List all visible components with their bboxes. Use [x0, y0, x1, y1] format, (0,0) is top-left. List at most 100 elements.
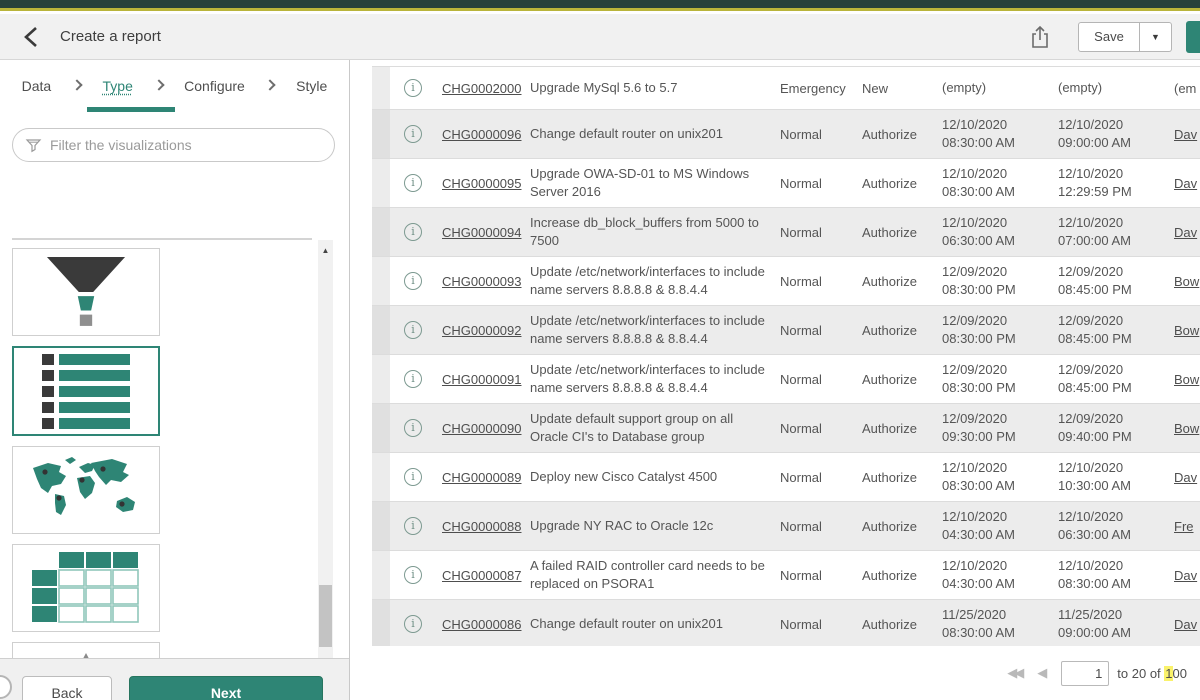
viz-card-heatmap[interactable]: [12, 544, 160, 632]
row-gutter: [372, 110, 390, 158]
state-value: Authorize: [856, 221, 936, 244]
table-row[interactable]: i CHG0000089 Deploy new Cisco Catalyst 4…: [372, 453, 1200, 502]
scrollbar-thumb[interactable]: [319, 585, 332, 647]
row-gutter: [372, 208, 390, 256]
table-row[interactable]: i CHG0000093 Update /etc/network/interfa…: [372, 257, 1200, 306]
info-icon[interactable]: i: [404, 468, 422, 486]
info-icon[interactable]: i: [404, 566, 422, 584]
state-value: Authorize: [856, 368, 936, 391]
info-icon[interactable]: i: [404, 419, 422, 437]
change-number-link[interactable]: CHG0000095: [436, 172, 524, 195]
change-number-link[interactable]: CHG0000086: [436, 613, 524, 636]
table-row[interactable]: i CHG0000092 Update /etc/network/interfa…: [372, 306, 1200, 355]
step-type[interactable]: Type: [103, 78, 133, 94]
end-date: 12/09/2020 08:45:00 PM: [1052, 357, 1168, 401]
heatmap-icon: [30, 548, 142, 628]
viz-card-map[interactable]: [12, 446, 160, 534]
share-icon[interactable]: [1030, 25, 1050, 49]
create-report-window: Create a report Save ▼ Data Type Configu…: [0, 0, 1200, 700]
priority-value: Normal: [774, 319, 856, 342]
change-number-link[interactable]: CHG0002000: [436, 77, 524, 100]
row-gutter: [372, 67, 390, 109]
table-row[interactable]: i CHG0002000 Upgrade MySql 5.6 to 5.7 Em…: [372, 67, 1200, 110]
info-icon[interactable]: i: [404, 517, 422, 535]
chevron-right-icon: [265, 79, 276, 90]
table-row[interactable]: i CHG0000091 Update /etc/network/interfa…: [372, 355, 1200, 404]
step-configure[interactable]: Configure: [184, 78, 245, 94]
change-number-link[interactable]: CHG0000093: [436, 270, 524, 293]
change-number-link[interactable]: CHG0000094: [436, 221, 524, 244]
start-date: 12/09/2020 08:30:00 PM: [936, 357, 1052, 401]
change-number-link[interactable]: CHG0000092: [436, 319, 524, 342]
next-button[interactable]: Next: [129, 676, 323, 700]
start-date: 11/25/2020 08:30:00 AM: [936, 602, 1052, 646]
assigned-to-link[interactable]: Bow: [1168, 417, 1200, 440]
change-number-link[interactable]: CHG0000087: [436, 564, 524, 587]
viz-card-pyramid[interactable]: [12, 642, 160, 658]
pagination-bar: ◀◀ ◀ to 20 of 100: [372, 646, 1200, 700]
table-row[interactable]: i CHG0000087 A failed RAID controller ca…: [372, 551, 1200, 600]
row-gutter: [372, 257, 390, 305]
help-icon[interactable]: [0, 675, 12, 699]
back-button[interactable]: Back: [22, 676, 112, 700]
assigned-to-link[interactable]: Dav: [1168, 613, 1200, 636]
assigned-to-link[interactable]: Fre: [1168, 515, 1200, 538]
table-row[interactable]: i CHG0000095 Upgrade OWA-SD-01 to MS Win…: [372, 159, 1200, 208]
info-icon[interactable]: i: [404, 223, 422, 241]
info-icon[interactable]: i: [404, 174, 422, 192]
assigned-to-link[interactable]: Dav: [1168, 564, 1200, 587]
end-date: 12/10/2020 07:00:00 AM: [1052, 210, 1168, 254]
start-date: 12/10/2020 08:30:00 AM: [936, 161, 1052, 205]
assigned-to-link[interactable]: Bow: [1168, 319, 1200, 342]
priority-value: Normal: [774, 221, 856, 244]
end-date: 12/10/2020 06:30:00 AM: [1052, 504, 1168, 548]
assigned-to-link[interactable]: Dav: [1168, 172, 1200, 195]
info-icon[interactable]: i: [404, 321, 422, 339]
save-button[interactable]: Save: [1078, 22, 1140, 52]
state-value: Authorize: [856, 564, 936, 587]
assigned-to-link[interactable]: Dav: [1168, 466, 1200, 489]
change-number-link[interactable]: CHG0000091: [436, 368, 524, 391]
filter-input[interactable]: [50, 137, 322, 153]
assigned-to-link[interactable]: Dav: [1168, 221, 1200, 244]
pagination-total: 100: [1164, 666, 1188, 681]
priority-value: Normal: [774, 564, 856, 587]
scroll-up-icon[interactable]: ▲: [318, 246, 333, 255]
table-row[interactable]: i CHG0000086 Change default router on un…: [372, 600, 1200, 649]
primary-action-button[interactable]: [1186, 21, 1200, 53]
change-number-link[interactable]: CHG0000088: [436, 515, 524, 538]
change-table: i CHG0002000 Upgrade MySql 5.6 to 5.7 Em…: [372, 66, 1200, 649]
priority-value: Normal: [774, 368, 856, 391]
step-style[interactable]: Style: [296, 78, 327, 94]
caret-down-icon[interactable]: ▼: [1140, 22, 1172, 52]
change-number-link[interactable]: CHG0000096: [436, 123, 524, 146]
priority-value: Normal: [774, 172, 856, 195]
chevron-left-icon[interactable]: [22, 26, 40, 48]
viz-card-funnel[interactable]: [12, 248, 160, 336]
page-number-input[interactable]: [1061, 661, 1109, 686]
info-icon[interactable]: i: [404, 272, 422, 290]
table-row[interactable]: i CHG0000088 Upgrade NY RAC to Oracle 12…: [372, 502, 1200, 551]
table-row[interactable]: i CHG0000094 Increase db_block_buffers f…: [372, 208, 1200, 257]
info-icon[interactable]: i: [404, 79, 422, 97]
viz-card-list[interactable]: [12, 346, 160, 436]
short-description: Upgrade MySql 5.6 to 5.7: [524, 75, 774, 101]
info-icon[interactable]: i: [404, 370, 422, 388]
first-page-icon[interactable]: ◀◀: [1007, 665, 1021, 681]
assigned-to-link[interactable]: Dav: [1168, 123, 1200, 146]
info-icon[interactable]: i: [404, 125, 422, 143]
table-row[interactable]: i CHG0000096 Change default router on un…: [372, 110, 1200, 159]
assigned-to-link[interactable]: (em: [1168, 77, 1200, 100]
previous-page-icon[interactable]: ◀: [1037, 665, 1047, 681]
row-gutter: [372, 600, 390, 648]
assigned-to-link[interactable]: Bow: [1168, 368, 1200, 391]
assigned-to-link[interactable]: Bow: [1168, 270, 1200, 293]
end-date: (empty): [1052, 75, 1168, 101]
change-number-link[interactable]: CHG0000090: [436, 417, 524, 440]
state-value: Authorize: [856, 613, 936, 636]
step-data[interactable]: Data: [22, 78, 52, 94]
table-row[interactable]: i CHG0000090 Update default support grou…: [372, 404, 1200, 453]
change-number-link[interactable]: CHG0000089: [436, 466, 524, 489]
info-icon[interactable]: i: [404, 615, 422, 633]
panel-scrollbar[interactable]: ▲ ▼: [318, 240, 333, 658]
